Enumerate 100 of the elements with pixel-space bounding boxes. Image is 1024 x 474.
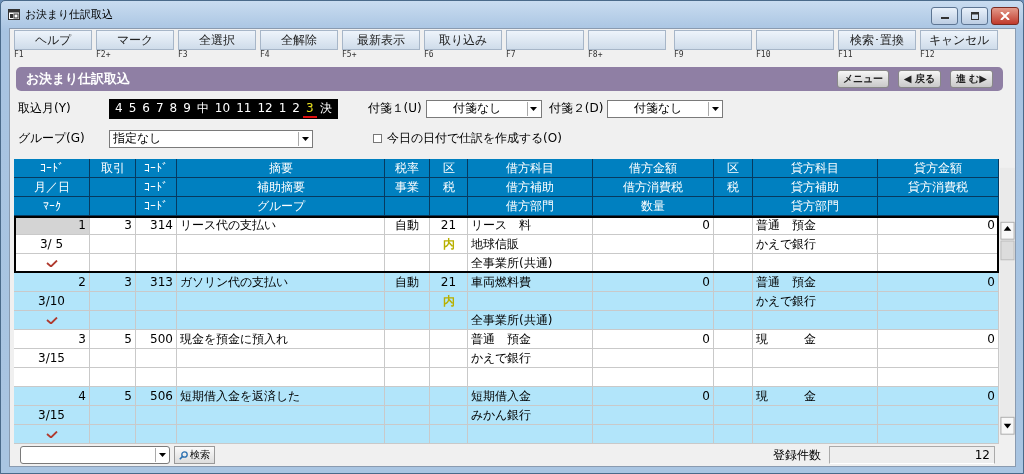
month-item[interactable]: 1 bbox=[275, 99, 290, 118]
close-icon bbox=[1000, 11, 1010, 20]
search-button[interactable]: 検索 bbox=[174, 446, 215, 464]
month-item[interactable]: 決 bbox=[316, 99, 335, 118]
table-cell: かえで銀行 bbox=[753, 235, 878, 254]
key-label: F9 bbox=[674, 50, 685, 60]
checkbox[interactable] bbox=[373, 134, 382, 143]
month-item[interactable]: 3 bbox=[302, 99, 317, 118]
key-label: F7 bbox=[506, 50, 517, 60]
month-item[interactable]: 12 bbox=[254, 99, 276, 118]
check-icon bbox=[45, 430, 58, 438]
table-cell: 3/ 5 bbox=[14, 235, 90, 254]
function-key-button[interactable]: 取り込み bbox=[424, 30, 502, 50]
table-cell: 現金を預金に預入れ bbox=[177, 330, 385, 349]
key-label: F3 bbox=[178, 50, 189, 60]
window-icon bbox=[8, 9, 20, 20]
column-header: ｺｰﾄﾞ bbox=[14, 159, 90, 178]
key-label: F6 bbox=[424, 50, 435, 60]
function-key-button[interactable]: 全解除 bbox=[260, 30, 338, 50]
key-label: F12 bbox=[920, 50, 936, 60]
table-cell: みかん銀行 bbox=[468, 406, 593, 425]
dropdown-arrow-icon bbox=[158, 453, 166, 457]
tag-dropdown[interactable]: 付箋なし bbox=[607, 99, 724, 118]
column-header: 取引 bbox=[90, 159, 136, 178]
month-item[interactable]: 5 bbox=[125, 99, 140, 118]
forward-button[interactable]: 進 む▶ bbox=[949, 70, 993, 88]
column-header: 税 bbox=[430, 178, 468, 197]
tag-dropdown[interactable]: 付箋なし bbox=[425, 99, 542, 118]
function-key-button[interactable]: マーク bbox=[96, 30, 174, 50]
month-selector[interactable]: 4 5 6 7 8 9 中 10 11 12 1 2 3 決 bbox=[109, 98, 338, 119]
function-key-button[interactable]: 検索･置換 bbox=[838, 30, 916, 50]
column-header: 貸方消費税 bbox=[878, 178, 999, 197]
group-dropdown[interactable]: 指定なし bbox=[109, 129, 313, 148]
column-header: 借方金額 bbox=[593, 159, 714, 178]
table-cell: 自動 bbox=[385, 273, 430, 292]
table-cell: 0 bbox=[878, 387, 999, 406]
table-cell: 短期借入金 bbox=[468, 387, 593, 406]
screen-title: お決まり仕訳取込 bbox=[26, 70, 130, 88]
table-cell: リース 料 bbox=[468, 216, 593, 235]
maximize-button[interactable] bbox=[961, 6, 988, 25]
month-item[interactable]: 6 bbox=[139, 99, 153, 118]
table-cell: 地球信販 bbox=[468, 235, 593, 254]
table-cell: 0 bbox=[593, 216, 714, 235]
count-label: 登録件数 bbox=[773, 446, 821, 464]
table-cell: 5 bbox=[90, 387, 136, 406]
checkbox-label: 今日の日付で仕訳を作成する(O) bbox=[387, 130, 562, 147]
search-dropdown[interactable] bbox=[20, 446, 170, 464]
column-header: 補助摘要 bbox=[177, 178, 385, 197]
table-cell: 4 bbox=[14, 387, 90, 406]
table-cell: 普通 預金 bbox=[753, 273, 878, 292]
table-cell: 0 bbox=[593, 273, 714, 292]
table-cell: 内 bbox=[430, 292, 468, 311]
check-icon bbox=[45, 316, 58, 324]
column-header: ｺｰﾄﾞ bbox=[136, 178, 177, 197]
menu-button[interactable]: メニュー bbox=[836, 70, 889, 88]
table-cell: 3 bbox=[90, 273, 136, 292]
blank-header-cell bbox=[90, 178, 136, 197]
close-button[interactable] bbox=[991, 6, 1019, 25]
table-row[interactable]: 2 3 313 ガソリン代の支払い 自動 21 車両燃料費 0 普通 預金 0 3/10 内 かえで銀行 全事業所(共通) bbox=[14, 273, 999, 330]
column-header: 区 bbox=[714, 159, 753, 178]
table-cell: 0 bbox=[878, 330, 999, 349]
field-label: 取込月(Y) bbox=[18, 100, 72, 117]
table-cell: 506 bbox=[136, 387, 177, 406]
month-item[interactable]: 10 bbox=[211, 99, 234, 118]
back-button[interactable]: ◀ 戻る bbox=[897, 70, 941, 88]
month-item[interactable]: 2 bbox=[289, 99, 303, 118]
month-item[interactable]: 7 bbox=[152, 99, 167, 118]
month-item[interactable]: 中 bbox=[193, 99, 212, 118]
table-cell: 21 bbox=[430, 216, 468, 235]
column-header: 貸方金額 bbox=[878, 159, 999, 178]
minimize-button[interactable] bbox=[931, 6, 958, 25]
column-header: 税率 bbox=[385, 159, 430, 178]
table-cell: リース代の支払い bbox=[177, 216, 385, 235]
key-label: F1 bbox=[14, 50, 25, 60]
month-item[interactable]: 8 bbox=[166, 99, 181, 118]
function-key-button[interactable]: キャンセル bbox=[920, 30, 998, 50]
table-row[interactable]: 1 3 314 リース代の支払い 自動 21 リース 料 0 普通 預金 0 3/ 5 内 地球信販 かえで銀行 全事業所(共通) bbox=[14, 216, 999, 273]
function-key-button[interactable]: 最新表示 bbox=[342, 30, 420, 50]
function-key-button[interactable]: 全選択 bbox=[178, 30, 256, 50]
table-cell: 3 bbox=[14, 330, 90, 349]
table-row[interactable]: 3 5 500 現金を預金に預入れ 普通 預金 0 現 金 0 3/15 かえで銀行 bbox=[14, 330, 999, 387]
month-item[interactable]: 11 bbox=[233, 99, 255, 118]
table-cell: 5 bbox=[90, 330, 136, 349]
table-row[interactable]: 4 5 506 短期借入金を返済した 短期借入金 0 現 金 0 3/15 みかん銀行 bbox=[14, 387, 999, 444]
table-cell: 0 bbox=[878, 273, 999, 292]
check-icon bbox=[45, 259, 58, 267]
column-header: 借方消費税 bbox=[593, 178, 714, 197]
table-cell: 500 bbox=[136, 330, 177, 349]
month-item[interactable]: 4 bbox=[112, 99, 126, 118]
count-field: 12 bbox=[829, 446, 995, 464]
month-item[interactable]: 9 bbox=[180, 99, 194, 118]
column-header: 貸方科目 bbox=[753, 159, 878, 178]
table-cell: かえで銀行 bbox=[468, 349, 593, 368]
search-icon bbox=[179, 450, 188, 460]
table-cell: 0 bbox=[593, 387, 714, 406]
column-header: 借方科目 bbox=[468, 159, 593, 178]
table-cell: 0 bbox=[593, 330, 714, 349]
table-cell: かえで銀行 bbox=[753, 292, 878, 311]
function-key-button[interactable]: ヘルプ bbox=[14, 30, 92, 50]
window-title: お決まり仕訳取込 bbox=[25, 7, 113, 22]
